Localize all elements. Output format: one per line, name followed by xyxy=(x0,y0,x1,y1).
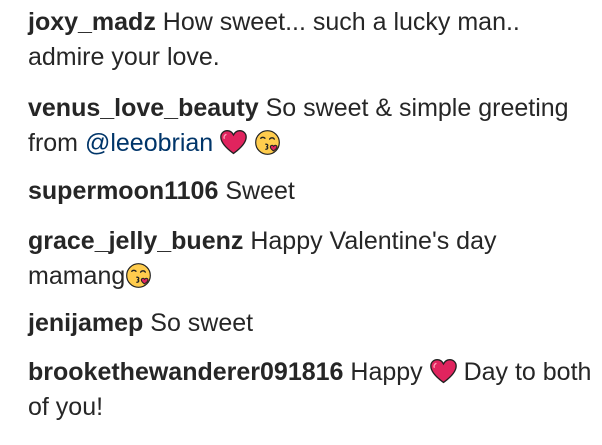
comment-item: brookethewanderer091816 Happy Day to bot… xyxy=(28,355,593,425)
comment-username[interactable]: joxy_madz xyxy=(28,8,156,36)
face-blowing-kiss-icon xyxy=(254,129,281,156)
comment-username[interactable]: venus_love_beauty xyxy=(28,94,259,122)
face-blowing-kiss-icon xyxy=(125,262,152,289)
comment-item: jenijamep So sweet xyxy=(28,306,593,341)
red-heart-icon xyxy=(220,129,247,156)
comment-item: grace_jelly_buenz Happy Valentine's day … xyxy=(28,224,593,294)
mention-link[interactable]: @leeobrian xyxy=(85,129,213,157)
comment-item: supermoon1106 Sweet xyxy=(28,174,593,209)
comment-text: Happy xyxy=(350,358,423,386)
comment-username[interactable]: grace_jelly_buenz xyxy=(28,227,243,255)
comment-username[interactable]: supermoon1106 xyxy=(28,177,218,205)
comment-text: So sweet xyxy=(150,309,254,337)
comment-item: joxy_madz How sweet... such a lucky man.… xyxy=(28,5,593,75)
comment-text: Sweet xyxy=(225,177,295,205)
comment-username[interactable]: jenijamep xyxy=(28,309,143,337)
comment-username[interactable]: brookethewanderer091816 xyxy=(28,358,343,386)
red-heart-icon xyxy=(429,358,457,385)
comment-item: venus_love_beauty So sweet & simple gree… xyxy=(28,91,593,161)
